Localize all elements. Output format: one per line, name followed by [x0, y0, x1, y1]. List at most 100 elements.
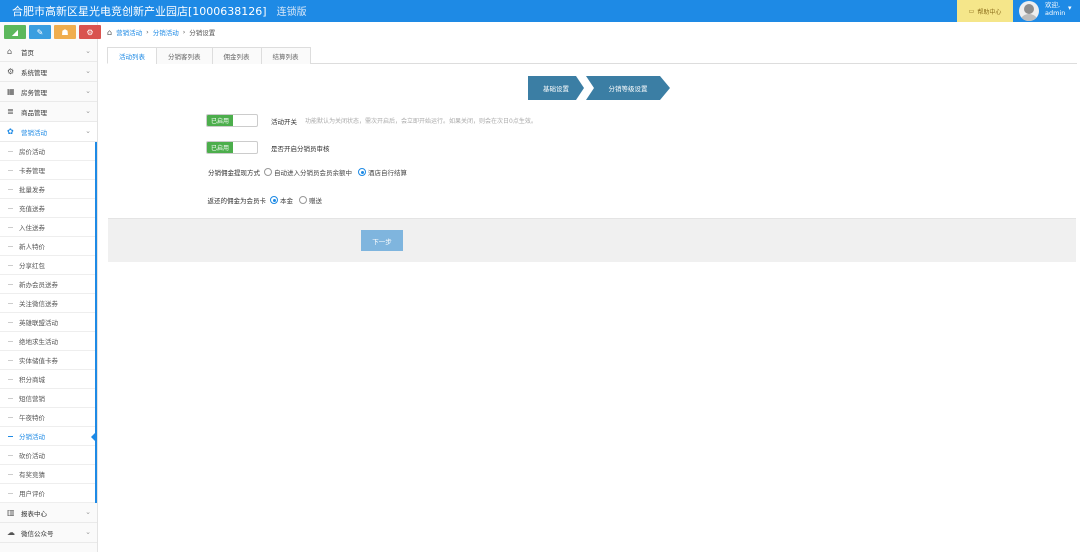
submenu-item[interactable]: 关注微信送券	[0, 294, 95, 313]
monitor-icon: ▭	[968, 7, 975, 15]
radio-icon	[299, 196, 307, 204]
top-bar: 合肥市高新区星光电竞创新产业园店[1000638126] 连锁版 ▭ 帮助中心 欢迎…	[0, 0, 1080, 22]
submenu-item[interactable]: 午夜特价	[0, 408, 95, 427]
settings-icon: ⚙	[86, 27, 94, 37]
sidebar-item-label: 首页	[21, 48, 34, 57]
avatar[interactable]	[1019, 1, 1039, 21]
submenu-item-label: 分销活动	[19, 433, 45, 441]
gift-icon: ✿	[7, 127, 14, 136]
breadcrumb-item[interactable]: 营销活动	[116, 27, 142, 37]
submenu-item[interactable]: 分享红包	[0, 256, 95, 275]
submenu-item[interactable]: 新人特价	[0, 237, 95, 256]
tab-settlement-list[interactable]: 结算列表	[260, 47, 311, 64]
active-indicator-icon	[91, 431, 97, 443]
submenu-item[interactable]: 短信营销	[0, 389, 95, 408]
building-icon: ▦	[7, 87, 15, 96]
sidebar-item[interactable]: ▥ 报表中心 ⌄	[0, 503, 97, 523]
users-quick-button[interactable]: ☗	[54, 25, 76, 39]
activity-switch-row: 已启用 活动开关 功能默认为关闭状态，需次开启后，会立即开始运行。如果关闭，则会…	[206, 114, 537, 127]
sidebar-item-label: 房务管理	[21, 88, 47, 97]
submenu-item[interactable]: 英雄联盟活动	[0, 313, 95, 332]
return-option-gift[interactable]: 赠送	[299, 195, 322, 205]
submenu-item-label: 砍价活动	[19, 452, 45, 460]
settings-quick-button[interactable]: ⚙	[79, 25, 101, 39]
radio-selected-icon	[270, 196, 278, 204]
submenu-item-label: 新办会员送券	[19, 281, 58, 289]
step-basic-settings[interactable]: 基础设置	[528, 76, 584, 100]
user-info[interactable]: 欢迎, admin	[1045, 1, 1065, 17]
edition-label: 连锁版	[276, 7, 307, 18]
users-icon: ☗	[61, 27, 69, 37]
breadcrumb-item[interactable]: 分销活动	[153, 27, 179, 37]
sidebar-item-label: 系统管理	[21, 68, 47, 77]
submenu-item-label: 午夜特价	[19, 414, 45, 422]
sidebar-item[interactable]: ⌂ 首页 ⌄	[0, 42, 97, 62]
tab-commission-list[interactable]: 佣金列表	[211, 47, 262, 64]
return-option-principal[interactable]: 本金	[270, 195, 293, 205]
marketing-submenu: 房价活动卡券管理 批量发券充值送券入住送券 新人特价分享红包新办会员送券 关注微信送券…	[0, 142, 97, 503]
submenu-item-label: 充值送券	[19, 205, 45, 213]
withdraw-row: 分销佣金提现方式 自动进入分销员会员余额中 酒店自行结算	[206, 167, 413, 177]
tab-bar: 活动列表 分销客列表 佣金列表 结算列表	[107, 47, 1077, 64]
radio-selected-icon	[358, 168, 366, 176]
edit-quick-button[interactable]: ✎	[29, 25, 51, 39]
activity-switch-toggle[interactable]: 已启用	[206, 114, 258, 127]
step-indicator: 基础设置 分销等级设置	[528, 76, 670, 100]
submenu-item-label: 英雄联盟活动	[19, 319, 58, 327]
chevron-down-icon: ⌄	[85, 508, 91, 516]
home-icon: ⌂	[7, 47, 13, 56]
sidebar-item-label: 报表中心	[21, 509, 47, 518]
submenu-item[interactable]: 绝地求生活动	[0, 332, 95, 351]
step-level-settings[interactable]: 分销等级设置	[586, 76, 670, 100]
submenu-item[interactable]: 有奖竞猜	[0, 465, 95, 484]
audit-switch-label: 是否开启分销员审核	[271, 144, 330, 153]
breadcrumb-sep: ›	[146, 28, 149, 36]
sidebar-item[interactable]: ✿ 营销活动 ⌄	[0, 122, 97, 142]
home-icon: ⌂	[107, 27, 113, 37]
breadcrumb-current: 分销设置	[189, 29, 216, 37]
submenu-item-label: 积分商城	[19, 376, 45, 384]
submenu-item[interactable]: 砍价活动	[0, 446, 95, 465]
sidebar: ◢ ✎ ☗ ⚙ ⌂ 首页 ⌄ ⚙ 系统管理 ⌄ ▦ 房务管理 ⌄ ≣ 商品管理 ⌄ ✿ 营销活动 ⌄ 房价活动 卡券…	[0, 22, 101, 552]
sidebar-item-label: 微信公众号	[21, 529, 54, 538]
quick-buttons: ◢ ✎ ☗ ⚙	[0, 22, 101, 42]
radio-icon	[264, 168, 272, 176]
audit-switch-toggle[interactable]: 已启用	[206, 141, 258, 154]
activity-switch-hint: 功能默认为关闭状态，需次开启后，会立即开始运行。如果关闭，则会在次日0点生效。	[305, 118, 537, 125]
store-title: 合肥市高新区星光电竞创新产业园店[1000638126] 连锁版	[12, 5, 307, 18]
submenu-item-label: 关注微信送券	[19, 300, 58, 308]
submenu-item[interactable]: 用户评价	[0, 484, 95, 503]
sidebar-item-label: 商品管理	[21, 108, 47, 117]
sidebar-item[interactable]: ☁ 微信公众号 ⌄	[0, 523, 97, 543]
submenu-item[interactable]: 充值送券	[0, 199, 95, 218]
chart-icon: ◢	[11, 27, 19, 37]
submenu-item[interactable]: 入住送券	[0, 218, 95, 237]
sidebar-item[interactable]: ▦ 房务管理 ⌄	[0, 82, 97, 102]
chevron-down-icon: ⌄	[85, 47, 91, 55]
sidebar-item[interactable]: ≣ 商品管理 ⌄	[0, 102, 97, 122]
sidebar-item[interactable]: ⚙ 系统管理 ⌄	[0, 62, 97, 82]
audit-switch-row: 已启用 是否开启分销员审核	[206, 141, 330, 154]
submenu-item-label: 分享红包	[19, 262, 45, 270]
chevron-down-icon: ⌄	[85, 87, 91, 95]
tab-activity-list[interactable]: 活动列表	[107, 47, 157, 64]
submenu-item[interactable]: 积分商城	[0, 370, 95, 389]
chevron-down-icon: ⌄	[85, 107, 91, 115]
breadcrumb: ⌂ 营销活动 › 分销活动 › 分销设置	[107, 27, 216, 38]
submenu-item[interactable]: 卡券管理	[0, 161, 95, 180]
submenu-item-label: 房价活动	[19, 148, 45, 156]
submenu-item[interactable]: 房价活动	[0, 142, 95, 161]
submenu-item[interactable]: 新办会员送券	[0, 275, 95, 294]
withdraw-option-hotel[interactable]: 酒店自行结算	[358, 167, 407, 177]
activity-switch-label: 活动开关	[271, 117, 297, 126]
tab-distributor-list[interactable]: 分销客列表	[156, 47, 213, 64]
submenu-item[interactable]: 实体储值卡券	[0, 351, 95, 370]
help-center-button[interactable]: ▭ 帮助中心	[957, 0, 1013, 22]
withdraw-option-auto[interactable]: 自动进入分销员会员余额中	[264, 167, 352, 177]
chevron-down-icon[interactable]: ▾	[1068, 4, 1072, 12]
submenu-item[interactable]: 批量发券	[0, 180, 95, 199]
submenu-item[interactable]: 分销活动	[0, 427, 97, 446]
submenu-item-label: 短信营销	[19, 395, 45, 403]
chart-quick-button[interactable]: ◢	[4, 25, 26, 39]
next-step-button[interactable]: 下一步	[361, 230, 403, 251]
